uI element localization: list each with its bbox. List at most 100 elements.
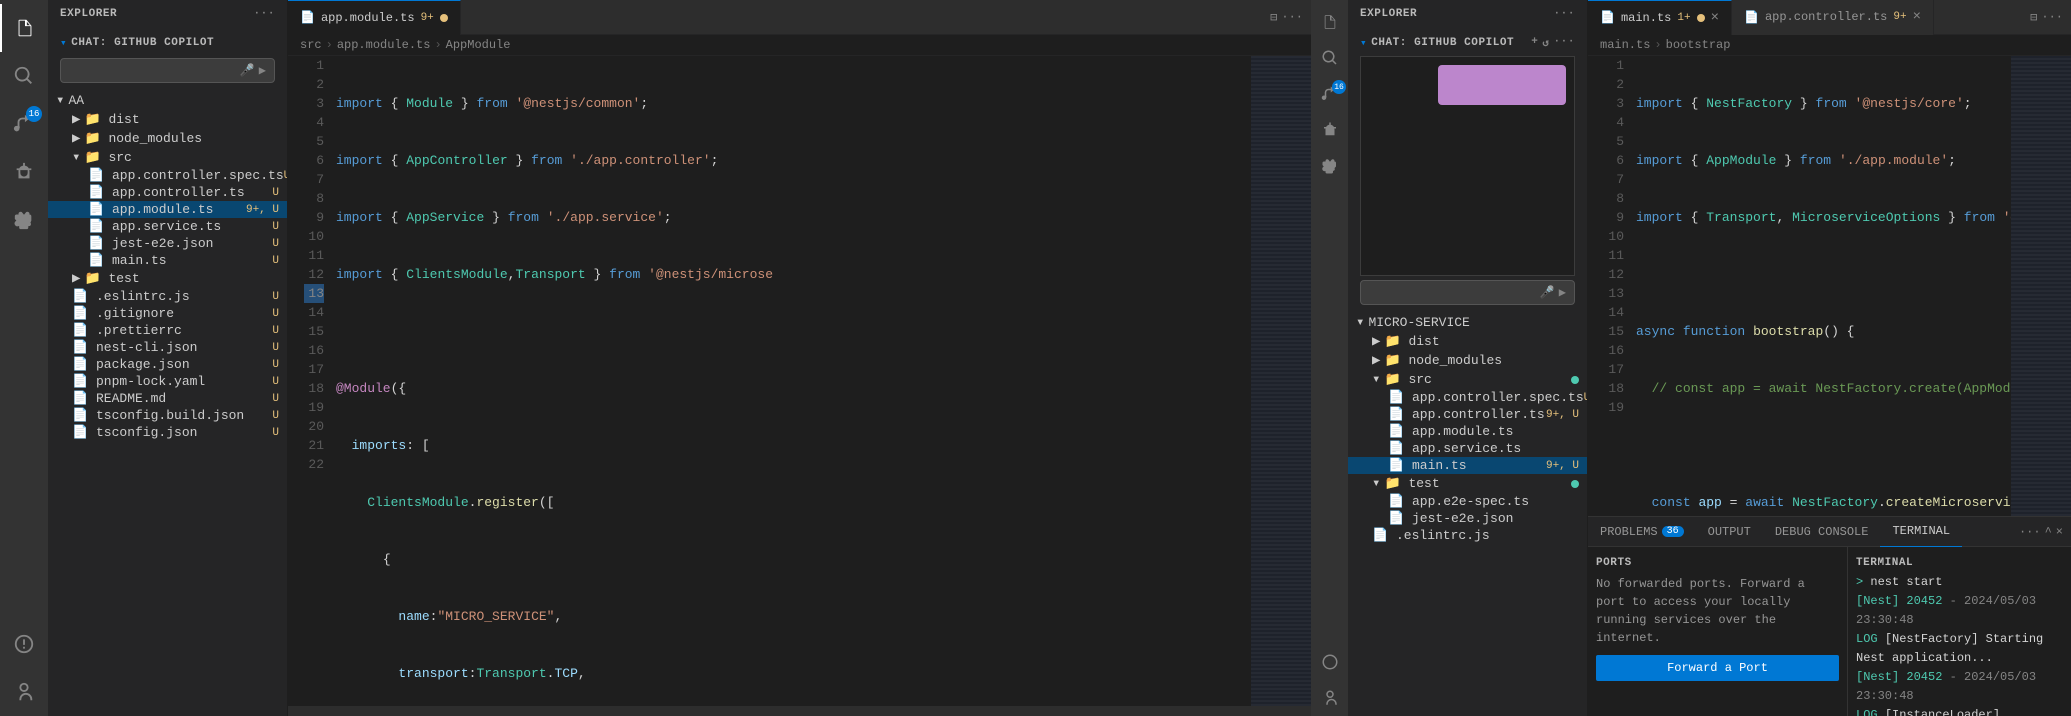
right-file-app-controller-spec[interactable]: 📄 app.controller.spec.ts U bbox=[1348, 389, 1587, 406]
panel-tab-output[interactable]: OUTPUT bbox=[1696, 517, 1763, 547]
left-breadcrumb: src › app.module.ts › AppModule bbox=[288, 35, 1311, 56]
right-send-icon[interactable]: ▶ bbox=[1559, 285, 1566, 300]
activity-bar-item-account[interactable] bbox=[0, 668, 48, 716]
right-sidebar-more-icon[interactable]: ··· bbox=[1554, 8, 1575, 20]
file-jest-e2e[interactable]: 📄 jest-e2e.json U bbox=[48, 235, 287, 252]
file-app-controller[interactable]: 📄 app.controller.ts U bbox=[48, 184, 287, 201]
ports-header: PORTS bbox=[1596, 555, 1839, 575]
activity-bar-item-explorer[interactable] bbox=[0, 4, 48, 52]
right-folder-test[interactable]: ▾ 📁 test bbox=[1348, 474, 1587, 493]
file-package-json[interactable]: 📄 package.json U bbox=[48, 356, 287, 373]
right-minimap bbox=[2011, 56, 2071, 516]
tab-app-controller-close[interactable]: × bbox=[1913, 9, 1921, 25]
file-nest-cli[interactable]: 📄 nest-cli.json U bbox=[48, 339, 287, 356]
right-activity-search[interactable] bbox=[1312, 40, 1348, 76]
file-tsconfig[interactable]: 📄 tsconfig.json U bbox=[48, 424, 287, 441]
copilot-refresh-icon[interactable]: ↺ bbox=[1542, 36, 1549, 50]
right-chat-input[interactable] bbox=[1369, 286, 1540, 300]
root-folder-aa[interactable]: ▾ AA bbox=[48, 91, 287, 110]
right-activity-extensions[interactable] bbox=[1312, 148, 1348, 184]
panel-more-icon[interactable]: ··· bbox=[2019, 525, 2041, 539]
tab-main-close[interactable]: × bbox=[1711, 10, 1719, 26]
right-activity-explorer[interactable] bbox=[1312, 4, 1348, 40]
send-icon[interactable]: ▶ bbox=[259, 63, 266, 78]
file-main[interactable]: 📄 main.ts U bbox=[48, 252, 287, 269]
right-split-icon[interactable]: ⊟ bbox=[2030, 10, 2037, 25]
copilot-add-icon[interactable]: + bbox=[1531, 36, 1538, 50]
forward-port-button[interactable]: Forward a Port bbox=[1596, 655, 1839, 681]
left-editor-area: 📄 app.module.ts 9+ ⊟ ··· src › app.modul… bbox=[288, 0, 1311, 716]
file-gitignore[interactable]: 📄 .gitignore U bbox=[48, 305, 287, 322]
panel-tab-problems[interactable]: PROBLEMS 36 bbox=[1588, 517, 1696, 547]
microphone-icon[interactable]: 🎤 bbox=[240, 63, 255, 78]
right-minimap-content bbox=[2011, 56, 2071, 516]
right-activity-debug[interactable] bbox=[1312, 112, 1348, 148]
right-activity-source-control[interactable]: 16 bbox=[1312, 76, 1348, 112]
copilot-section: ▾ CHAT: GITHUB COPILOT 🎤 ▶ bbox=[48, 28, 287, 91]
copilot-title: ▾ CHAT: GITHUB COPILOT bbox=[56, 32, 279, 54]
file-app-module[interactable]: 📄 app.module.ts 9+, U bbox=[48, 201, 287, 218]
bottom-content-area: PORTS No forwarded ports. Forward a port… bbox=[1588, 547, 2071, 716]
file-pnpm-lock[interactable]: 📄 pnpm-lock.yaml U bbox=[48, 373, 287, 390]
right-copilot-section: ▾ CHAT: GITHUB COPILOT + ↺ ··· 🎤 ▶ bbox=[1348, 28, 1587, 313]
folder-dist[interactable]: ▶ 📁 dist bbox=[48, 110, 287, 129]
right-activity-account[interactable] bbox=[1312, 680, 1348, 716]
tab-modified-dot bbox=[440, 14, 448, 22]
tab-app-controller-ts[interactable]: 📄 app.controller.ts 9+ × bbox=[1732, 0, 1934, 35]
sidebar-title: EXPLORER bbox=[60, 8, 117, 20]
file-prettierrc[interactable]: 📄 .prettierrc U bbox=[48, 322, 287, 339]
right-file-app-service[interactable]: 📄 app.service.ts bbox=[1348, 440, 1587, 457]
chat-input[interactable] bbox=[69, 64, 240, 78]
activity-bar-item-remote[interactable] bbox=[0, 620, 48, 668]
right-file-eslintrc[interactable]: 📄 .eslintrc.js bbox=[1348, 527, 1587, 544]
right-root-folder[interactable]: ▾ MICRO-SERVICE bbox=[1348, 313, 1587, 332]
ports-message: No forwarded ports. Forward a port to ac… bbox=[1596, 575, 1839, 655]
more-actions-icon[interactable]: ··· bbox=[1281, 10, 1303, 24]
activity-bar-item-search[interactable] bbox=[0, 52, 48, 100]
panel-close-icon[interactable]: × bbox=[2056, 525, 2063, 539]
right-file-app-module[interactable]: 📄 app.module.ts bbox=[1348, 423, 1587, 440]
tab-mod-count: 9+ bbox=[421, 12, 434, 24]
file-app-service[interactable]: 📄 app.service.ts U bbox=[48, 218, 287, 235]
tab-main-label: main.ts bbox=[1621, 11, 1671, 25]
sidebar-header-actions: ··· bbox=[254, 8, 275, 20]
right-editor-actions: ⊟ ··· bbox=[2030, 10, 2071, 25]
activity-bar-item-source-control[interactable]: 16 bbox=[0, 100, 48, 148]
terminal-header: TERMINAL bbox=[1856, 555, 2063, 573]
copilot-more-icon[interactable]: ··· bbox=[1554, 36, 1575, 50]
right-line-numbers: 12345 678910 1112131415 16171819 bbox=[1588, 56, 1636, 516]
source-control-badge: 16 bbox=[26, 106, 42, 122]
right-folder-node-modules[interactable]: ▶ 📁 node_modules bbox=[1348, 351, 1587, 370]
split-editor-icon[interactable]: ⊟ bbox=[1270, 10, 1277, 25]
right-more-icon[interactable]: ··· bbox=[2041, 10, 2063, 24]
terminal-content: > nest start [Nest] 20452 - 2024/05/03 2… bbox=[1856, 573, 2063, 716]
panel-maximize-icon[interactable]: ^ bbox=[2045, 525, 2052, 539]
right-file-app-e2e[interactable]: 📄 app.e2e-spec.ts bbox=[1348, 493, 1587, 510]
folder-src[interactable]: ▾ 📁 src bbox=[48, 148, 287, 167]
chat-action-icons: 🎤 ▶ bbox=[240, 63, 266, 78]
right-folder-dist[interactable]: ▶ 📁 dist bbox=[1348, 332, 1587, 351]
right-microphone-icon[interactable]: 🎤 bbox=[1540, 285, 1555, 300]
tab-app-module[interactable]: 📄 app.module.ts 9+ bbox=[288, 0, 461, 35]
terminal-section: TERMINAL > nest start [Nest] 20452 - 202… bbox=[1848, 547, 2071, 716]
activity-bar: 16 bbox=[0, 0, 48, 716]
file-readme[interactable]: 📄 README.md U bbox=[48, 390, 287, 407]
activity-bar-item-debug[interactable] bbox=[0, 148, 48, 196]
sidebar-more-icon[interactable]: ··· bbox=[254, 8, 275, 20]
file-app-controller-spec[interactable]: 📄 app.controller.spec.ts U bbox=[48, 167, 287, 184]
right-file-jest-e2e[interactable]: 📄 jest-e2e.json bbox=[1348, 510, 1587, 527]
activity-bar-item-extensions[interactable] bbox=[0, 196, 48, 244]
right-activity-remote[interactable] bbox=[1312, 644, 1348, 680]
right-file-app-controller[interactable]: 📄 app.controller.ts 9+, U bbox=[1348, 406, 1587, 423]
folder-test[interactable]: ▶ 📁 test bbox=[48, 269, 287, 288]
panel-tab-terminal[interactable]: TERMINAL bbox=[1880, 517, 1962, 547]
file-tsconfig-build[interactable]: 📄 tsconfig.build.json U bbox=[48, 407, 287, 424]
panel-tab-debug-console[interactable]: DEBUG CONSOLE bbox=[1763, 517, 1881, 547]
right-file-main[interactable]: 📄 main.ts 9+, U bbox=[1348, 457, 1587, 474]
right-folder-src[interactable]: ▾ 📁 src bbox=[1348, 370, 1587, 389]
left-horizontal-scrollbar[interactable] bbox=[288, 706, 1311, 716]
folder-node-modules[interactable]: ▶ 📁 node_modules bbox=[48, 129, 287, 148]
tab-main-ts[interactable]: 📄 main.ts 1+ × bbox=[1588, 0, 1732, 35]
left-editor-content: 12345 678910 1112131415 1617181920 2122 … bbox=[288, 56, 1251, 706]
file-eslintrc[interactable]: 📄 .eslintrc.js U bbox=[48, 288, 287, 305]
